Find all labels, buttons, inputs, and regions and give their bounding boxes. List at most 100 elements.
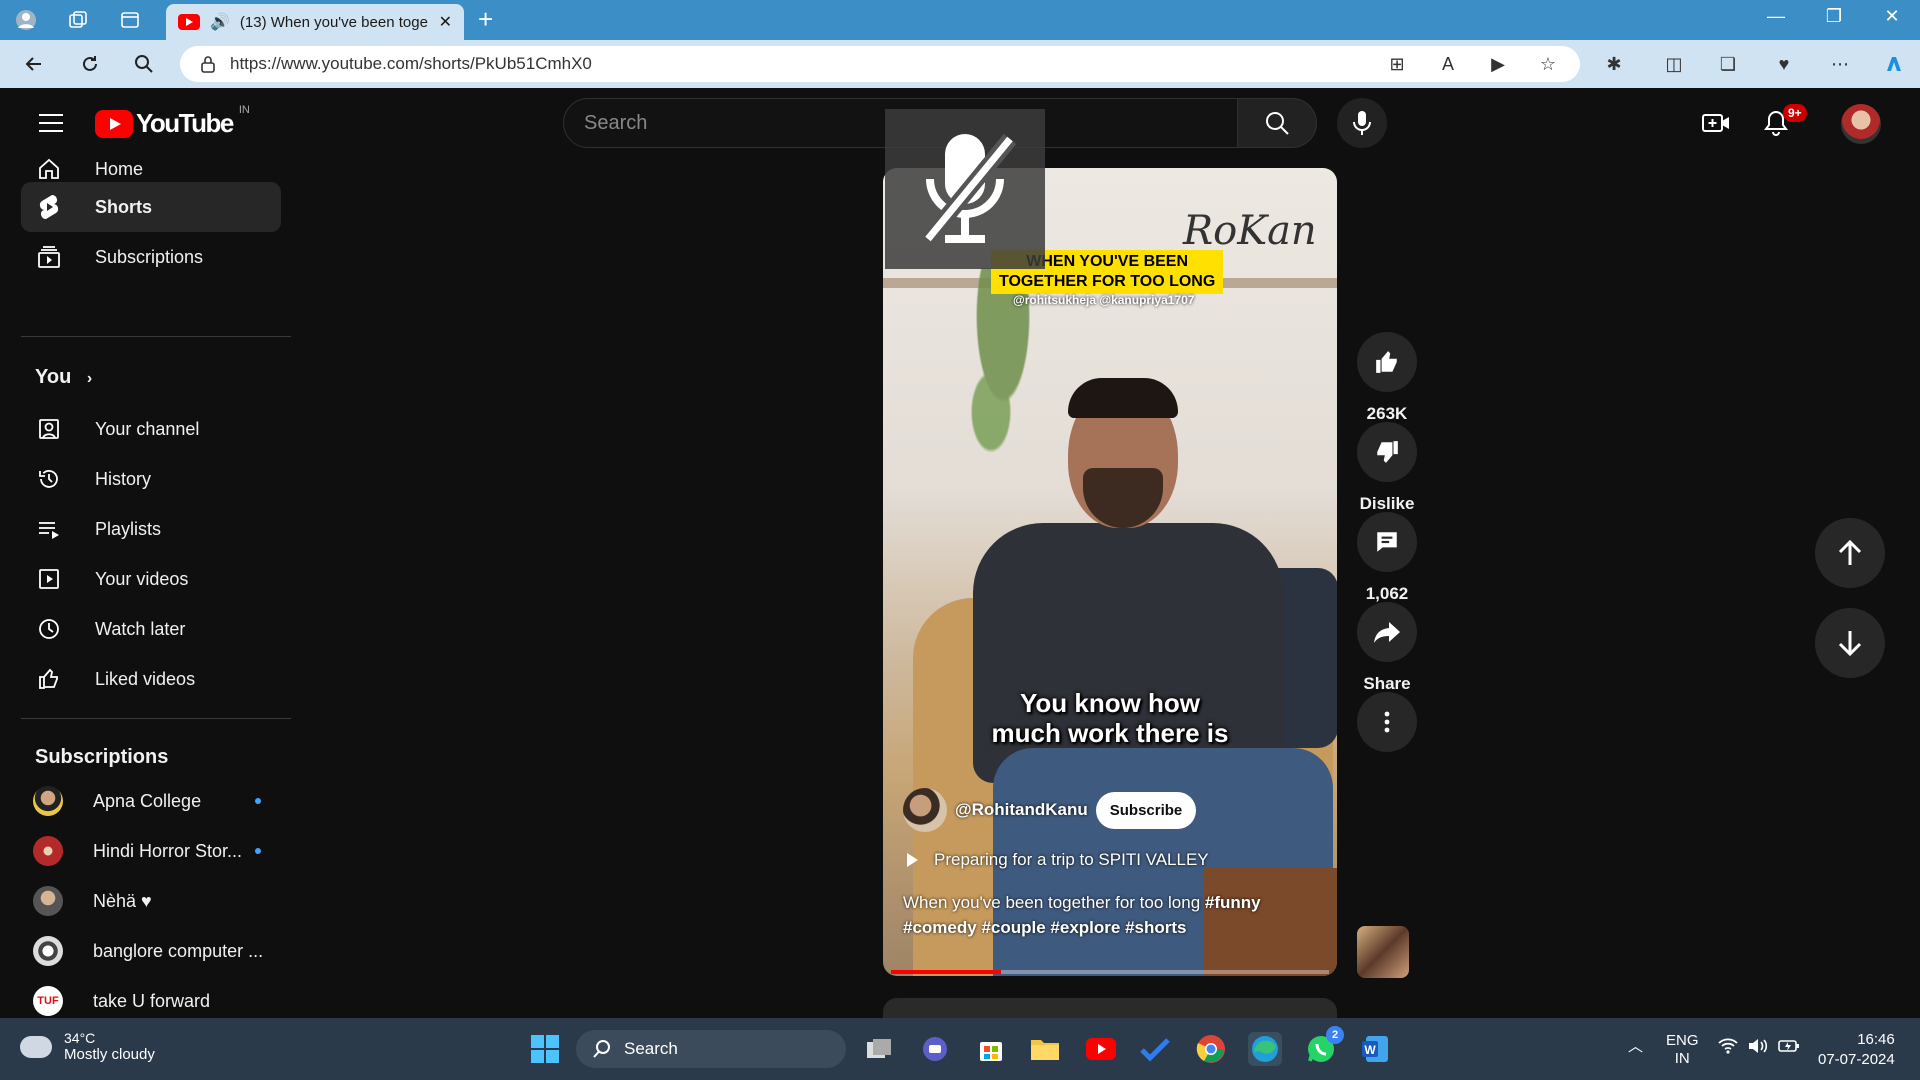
browser-tab-active[interactable]: 🔊 (13) When you've been toge ✕ <box>166 4 464 40</box>
whatsapp-badge: 2 <box>1326 1026 1344 1044</box>
share-button[interactable]: Share <box>1353 602 1421 694</box>
new-tab-button[interactable]: + <box>478 6 493 32</box>
video-progress-bar[interactable] <box>891 970 1329 974</box>
channel-name-link[interactable]: @RohitandKanu <box>955 800 1088 820</box>
copilot-icon[interactable] <box>1882 52 1906 76</box>
thumbs-up-icon <box>1376 351 1397 373</box>
subscription-item[interactable]: TUF take U forward <box>21 976 281 1018</box>
browser-essentials-icon[interactable]: ♥ <box>1772 52 1796 76</box>
videos-icon <box>35 565 63 593</box>
short-video-player[interactable]: RoKan WHEN YOU'VE BEEN TOGETHER FOR TOO … <box>883 168 1337 976</box>
create-video-icon[interactable] <box>1701 108 1731 138</box>
search-page-button[interactable] <box>130 50 158 78</box>
sidebar-item-playlists[interactable]: Playlists <box>21 504 281 554</box>
svg-text:W: W <box>1364 1043 1376 1057</box>
address-bar: https://www.youtube.com/shorts/PkUb51Cmh… <box>0 40 1920 88</box>
sidebar-divider <box>21 718 291 719</box>
teams-chat-icon[interactable] <box>918 1032 952 1066</box>
subscription-item[interactable]: Hindi Horror Stor... <box>21 826 281 876</box>
channel-icon <box>35 415 63 443</box>
more-options-button[interactable] <box>1353 692 1421 752</box>
task-view-icon[interactable] <box>862 1032 896 1066</box>
lock-icon[interactable] <box>200 55 216 73</box>
url-field[interactable]: https://www.youtube.com/shorts/PkUb51Cmh… <box>180 46 1580 82</box>
taskbar-search[interactable]: Search <box>576 1030 846 1068</box>
minimize-button[interactable]: — <box>1756 6 1796 27</box>
comments-button[interactable]: 1,062 <box>1353 512 1421 604</box>
language-indicator[interactable]: ENG IN <box>1666 1032 1699 1068</box>
whatsapp-icon[interactable]: 2 <box>1304 1026 1344 1066</box>
word-icon[interactable]: W <box>1358 1032 1392 1066</box>
subscription-item[interactable]: Apna College <box>21 776 281 826</box>
favorite-star-icon[interactable]: ☆ <box>1536 52 1560 76</box>
subscription-item[interactable]: banglore computer ... <box>21 926 281 976</box>
tab-actions-icon[interactable] <box>118 8 142 32</box>
file-explorer-icon[interactable] <box>1028 1032 1062 1066</box>
previous-short-button[interactable] <box>1815 518 1885 588</box>
subscription-item[interactable]: Nèhä ♥ <box>21 876 281 926</box>
close-tab-icon[interactable]: ✕ <box>439 12 452 32</box>
system-clock[interactable]: 16:46 07-07-2024 <box>1818 1030 1895 1070</box>
read-aloud-icon[interactable]: A <box>1436 52 1460 76</box>
search-icon <box>1266 112 1289 135</box>
battery-icon[interactable] <box>1778 1038 1800 1059</box>
share-label: Share <box>1363 674 1411 693</box>
chrome-icon[interactable] <box>1194 1032 1228 1066</box>
audio-source-thumbnail[interactable] <box>1357 926 1409 978</box>
collections-icon[interactable]: ❏ <box>1716 52 1740 76</box>
play-icon <box>907 853 918 867</box>
sidebar-item-history[interactable]: History <box>21 454 281 504</box>
speaker-icon[interactable]: 🔊 <box>210 12 230 32</box>
search-button[interactable] <box>1237 98 1317 148</box>
voice-search-button[interactable] <box>1337 98 1387 148</box>
clock-icon <box>35 615 63 643</box>
subscribe-button[interactable]: Subscribe <box>1095 791 1197 829</box>
sidebar-item-shorts[interactable]: Shorts <box>21 182 281 232</box>
dislike-button[interactable]: Dislike <box>1353 422 1421 514</box>
refresh-button[interactable] <box>76 50 104 78</box>
next-short-button[interactable] <box>1815 608 1885 678</box>
hashtag-link[interactable]: #shorts <box>1125 918 1186 937</box>
volume-icon[interactable] <box>1748 1038 1768 1059</box>
split-screen-icon[interactable]: ◫ <box>1662 52 1686 76</box>
app-available-icon[interactable]: ⊞ <box>1385 52 1409 76</box>
hashtag-link[interactable]: #funny <box>1205 893 1261 912</box>
sidebar-item-subscriptions[interactable]: Subscriptions <box>21 232 281 282</box>
sidebar-item-your-videos[interactable]: Your videos <box>21 554 281 604</box>
share-arrow-icon <box>1374 622 1400 643</box>
you-section-heading[interactable]: You › <box>35 366 92 389</box>
workspaces-icon[interactable] <box>66 8 90 32</box>
microsoft-store-icon[interactable] <box>974 1032 1008 1066</box>
hashtag-link[interactable]: #explore <box>1050 918 1120 937</box>
channel-avatar[interactable] <box>903 788 947 832</box>
extensions-icon[interactable]: ✱ <box>1602 52 1626 76</box>
youtube-app-icon[interactable] <box>1084 1032 1118 1066</box>
avatar <box>33 936 63 966</box>
show-hidden-icons-chevron-icon[interactable]: ︿ <box>1628 1038 1643 1056</box>
hashtag-link[interactable]: #couple <box>981 918 1045 937</box>
todo-icon[interactable] <box>1138 1032 1172 1066</box>
account-avatar[interactable] <box>1841 104 1881 144</box>
weather-widget[interactable]: 34°C Mostly cloudy <box>20 1030 155 1063</box>
profile-icon[interactable] <box>14 8 38 32</box>
mic-muted-overlay <box>885 109 1045 269</box>
more-vertical-icon <box>1384 711 1390 733</box>
video-frame-person-hair <box>1068 378 1178 418</box>
youtube-favicon-icon <box>178 14 200 30</box>
next-short-preview[interactable] <box>883 998 1337 1018</box>
video-icon[interactable]: ▶ <box>1486 52 1510 76</box>
wifi-icon[interactable] <box>1718 1038 1738 1059</box>
sidebar-item-liked-videos[interactable]: Liked videos <box>21 654 281 704</box>
sidebar-item-your-channel[interactable]: Your channel <box>21 404 281 454</box>
restore-button[interactable]: ❐ <box>1814 6 1854 27</box>
hashtag-link[interactable]: #comedy <box>903 918 977 937</box>
sidebar-item-watch-later[interactable]: Watch later <box>21 604 281 654</box>
playlist-link[interactable]: Preparing for a trip to SPITI VALLEY <box>907 850 1209 870</box>
windows-start-icon[interactable] <box>528 1032 562 1066</box>
close-window-button[interactable]: ✕ <box>1872 6 1912 27</box>
like-button[interactable]: 263K <box>1353 332 1421 424</box>
settings-more-icon[interactable]: ⋯ <box>1828 52 1852 76</box>
back-button[interactable] <box>20 50 48 78</box>
edge-browser-icon[interactable] <box>1248 1032 1282 1066</box>
browser-titlebar: 🔊 (13) When you've been toge ✕ + — ❐ ✕ <box>0 0 1920 40</box>
